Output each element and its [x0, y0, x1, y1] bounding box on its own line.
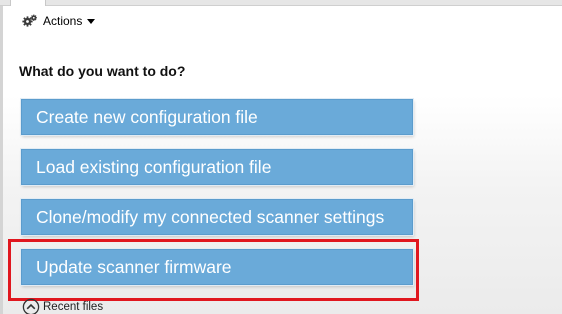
recent-files-label: Recent files	[43, 301, 104, 313]
actions-label: Actions	[43, 14, 83, 28]
create-config-button[interactable]: Create new configuration file	[21, 99, 413, 135]
recent-files-toggle[interactable]: Recent files	[22, 298, 103, 314]
load-config-button[interactable]: Load existing configuration file	[21, 149, 413, 185]
gears-icon	[22, 14, 38, 28]
update-firmware-button[interactable]: Update scanner firmware	[21, 249, 413, 285]
caret-down-icon	[87, 18, 96, 24]
page-prompt: What do you want to do?	[19, 63, 186, 79]
window-left-border	[0, 0, 3, 314]
clone-settings-button[interactable]: Clone/modify my connected scanner settin…	[21, 199, 413, 235]
actions-menu[interactable]: Actions	[22, 13, 96, 29]
chevron-up-circle-icon	[22, 298, 40, 314]
active-tab[interactable]	[10, 0, 46, 6]
tab-strip	[0, 0, 562, 6]
